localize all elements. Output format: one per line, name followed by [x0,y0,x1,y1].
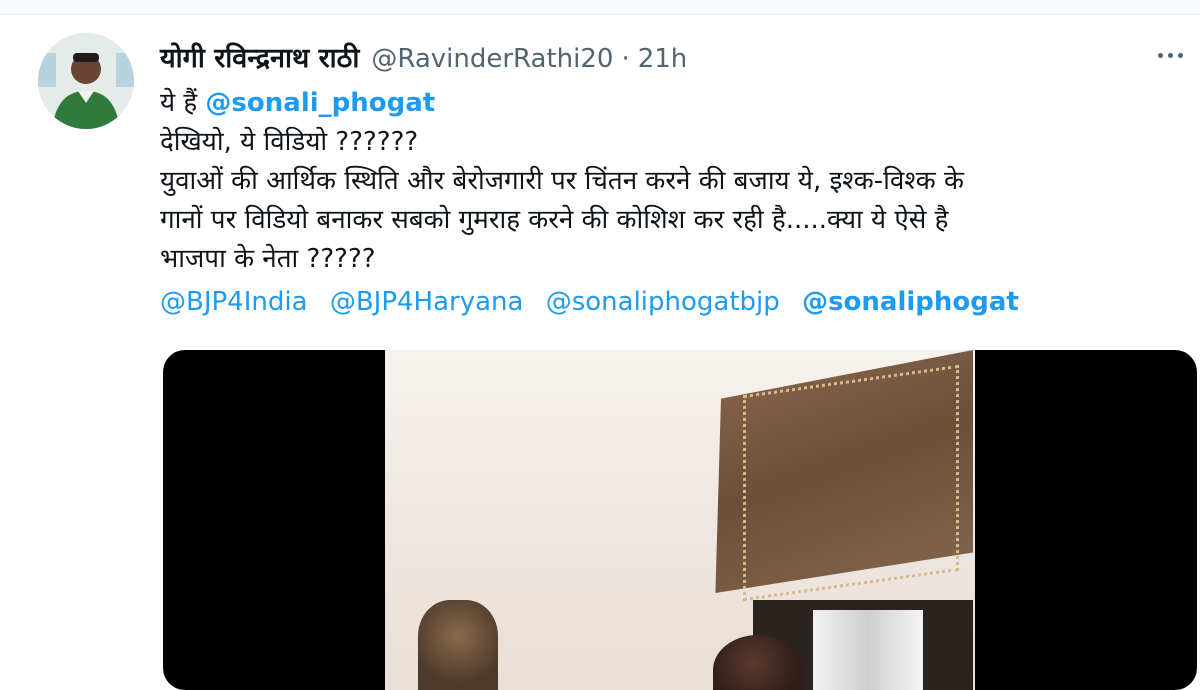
mention-link[interactable]: @sonaliphogat [802,287,1019,317]
more-horizontal-icon-dot [1177,52,1183,58]
tweet-line: भाजपा के नेता ????? [160,244,376,274]
tweet-line: गानों पर विडियो बनाकर सबको गुमराह करने क… [160,205,949,235]
user-handle[interactable]: @RavinderRathi20 [371,44,613,74]
display-name[interactable]: योगी रविन्द्रनाथ राठी [160,38,359,75]
avatar[interactable] [38,33,134,129]
tweet-line: देखियो, ये विडियो ?????? [160,127,419,157]
mention-link[interactable]: @sonaliphogatbjp [546,287,780,317]
more-horizontal-icon [1157,52,1163,58]
tweet-header: योगी रविन्द्रनाथ राठी @RavinderRathi20 ·… [160,38,687,78]
video-frame-cabinet-trim [743,364,959,602]
tweet-text: ये हैं @sonali_phogat देखियो, ये विडियो … [160,84,1170,279]
hashtag-mentions: @BJP4India @BJP4Haryana @sonaliphogatbjp… [160,287,1019,317]
video-frame-clothes [813,610,923,690]
mention-link[interactable]: @sonali_phogat [205,88,435,118]
mention-link[interactable]: @BJP4India [160,287,308,317]
video-player[interactable] [163,350,1197,690]
separator-dot: · [621,44,630,74]
tweet-line: ये हैं @sonali_phogat [160,84,1170,123]
video-frame-statue [418,600,498,690]
tweet-timestamp[interactable]: 21h [638,44,688,74]
more-options-button[interactable] [1150,40,1190,70]
timeline-top-border [0,0,1200,15]
mention-link[interactable]: @BJP4Haryana [330,287,524,317]
tweet-text-prefix: ये हैं [160,88,206,118]
tweet-line: युवाओं की आर्थिक स्थिति और बेरोजगारी पर … [160,166,964,196]
more-horizontal-icon-dot [1167,52,1173,58]
